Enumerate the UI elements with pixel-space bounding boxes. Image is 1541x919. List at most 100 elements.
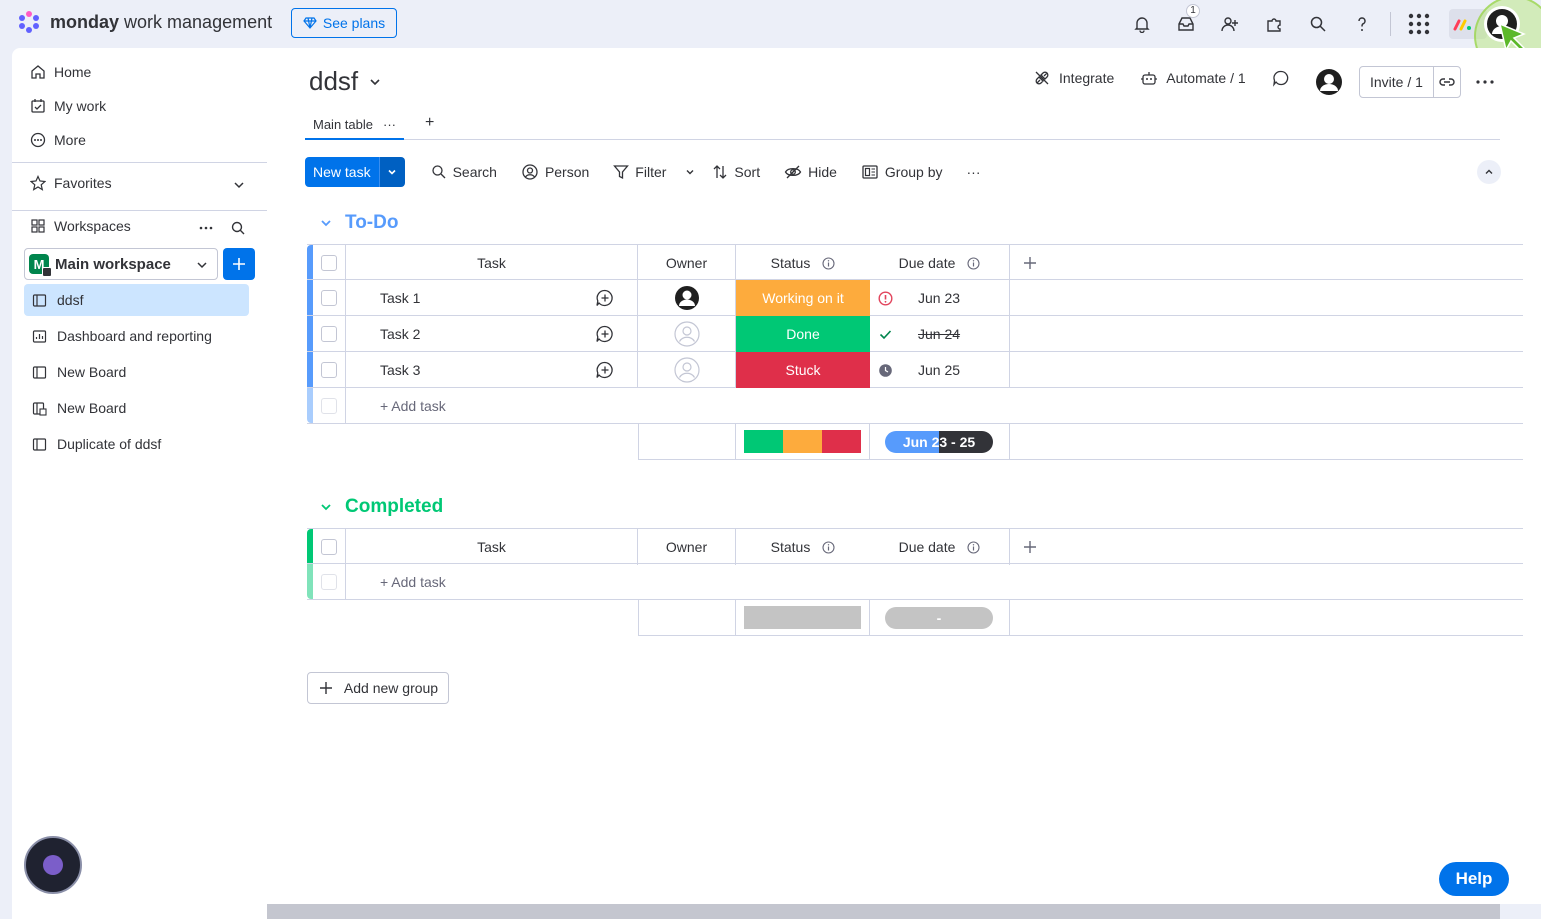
workspace-search-icon[interactable] [230, 220, 246, 236]
add-update-button[interactable] [572, 352, 638, 388]
due-date-cell[interactable]: Jun 24 [870, 316, 1010, 352]
hide-tool[interactable]: Hide [784, 163, 837, 181]
tab-main-table[interactable]: Main table ··· [305, 110, 404, 140]
task-name-cell[interactable]: Task 3 [346, 352, 572, 388]
add-new-group-button[interactable]: Add new group [307, 672, 449, 704]
sidebar-favorites[interactable]: Favorites [30, 175, 112, 191]
column-header-task[interactable]: Task [346, 529, 638, 565]
info-icon[interactable] [967, 540, 980, 554]
due-date-summary[interactable]: Jun 23 - 25 [870, 424, 1010, 460]
sidebar-board-new-board-2[interactable]: New Board [24, 392, 249, 424]
toolbar-more-button[interactable]: ··· [967, 164, 981, 180]
apps-grid-button[interactable] [1405, 10, 1433, 38]
board-title[interactable]: ddsf [309, 66, 382, 97]
info-icon[interactable] [822, 256, 835, 270]
group-name[interactable]: Completed [345, 496, 443, 518]
integrate-button[interactable]: Integrate [1033, 69, 1114, 87]
table-row[interactable]: Task 2 Done Jun 24 [307, 316, 1523, 352]
person-filter-tool[interactable]: Person [521, 163, 589, 181]
horizontal-scrollbar[interactable] [267, 904, 1500, 919]
tab-options-icon[interactable]: ··· [383, 117, 396, 132]
status-cell[interactable]: Stuck [736, 352, 870, 388]
workspace-selector[interactable]: M Main workspace [24, 248, 218, 280]
add-column-button[interactable] [1010, 529, 1050, 565]
sidebar-board-ddsf[interactable]: ddsf [24, 284, 249, 316]
due-date-summary[interactable]: - [870, 600, 1010, 636]
sidebar-item-home[interactable]: Home [30, 64, 91, 80]
marketplace-button[interactable] [1252, 10, 1296, 38]
sidebar-board-new-board[interactable]: New Board [24, 356, 249, 388]
due-date-cell[interactable]: Jun 25 [870, 352, 1010, 388]
new-task-dropdown[interactable] [378, 157, 405, 187]
sidebar-item-my-work[interactable]: My work [30, 98, 106, 114]
add-view-button[interactable]: + [425, 114, 434, 132]
column-header-status[interactable]: Status [736, 245, 870, 281]
copy-link-button[interactable] [1434, 73, 1460, 91]
add-task-input[interactable]: + Add task [346, 564, 1146, 600]
row-check-cell[interactable] [313, 280, 346, 316]
sidebar-item-more[interactable]: More [30, 132, 86, 148]
select-all-cell[interactable] [313, 529, 346, 565]
task-name-cell[interactable]: Task 1 [346, 280, 572, 316]
column-header-owner[interactable]: Owner [638, 529, 736, 565]
due-date-cell[interactable]: Jun 23 [870, 280, 1010, 316]
see-plans-button[interactable]: See plans [291, 8, 397, 38]
group-title-completed[interactable]: Completed [319, 496, 443, 518]
date-range-pill[interactable]: Jun 23 - 25 [885, 431, 993, 453]
column-header-task[interactable]: Task [346, 245, 638, 281]
add-task-row[interactable]: + Add task [307, 388, 1523, 424]
ellipsis-icon[interactable] [198, 220, 214, 236]
chevron-down-icon[interactable] [232, 178, 246, 192]
date-range-pill[interactable]: - [885, 607, 993, 629]
sort-tool[interactable]: Sort [712, 164, 760, 180]
collapse-header-button[interactable] [1477, 160, 1501, 184]
board-more-icon[interactable] [1475, 75, 1495, 89]
status-cell[interactable]: Working on it [736, 280, 870, 316]
owner-cell[interactable] [638, 316, 736, 352]
column-header-due-date[interactable]: Due date [870, 245, 1010, 281]
row-checkbox[interactable] [321, 362, 337, 378]
sidebar-board-dashboard[interactable]: Dashboard and reporting [24, 320, 249, 352]
filter-tool[interactable]: Filter [613, 164, 696, 180]
add-update-button[interactable] [572, 280, 638, 316]
add-task-input[interactable]: + Add task [346, 388, 1146, 424]
notifications-button[interactable] [1120, 10, 1164, 38]
add-column-button[interactable] [1010, 245, 1050, 281]
inbox-button[interactable]: 1 [1164, 4, 1208, 38]
status-distribution-bar[interactable] [744, 606, 861, 629]
chevron-down-icon[interactable] [319, 500, 333, 514]
ai-assistant-button[interactable] [24, 836, 82, 894]
automate-button[interactable]: Automate / 1 [1140, 69, 1246, 87]
task-name-cell[interactable]: Task 2 [346, 316, 572, 352]
chevron-down-icon[interactable] [684, 166, 696, 178]
column-header-due-date[interactable]: Due date [870, 529, 1010, 565]
table-row[interactable]: Task 1 Working on it Jun 23 [307, 280, 1523, 316]
updates-button[interactable] [1272, 69, 1290, 87]
add-workspace-item-button[interactable] [223, 248, 255, 280]
column-header-status[interactable]: Status [736, 529, 870, 565]
invite-button[interactable]: Invite / 1 [1359, 66, 1461, 98]
status-cell[interactable]: Done [736, 316, 870, 352]
help-question-button[interactable] [1340, 10, 1384, 38]
sidebar-board-duplicate[interactable]: Duplicate of ddsf [24, 428, 249, 460]
owner-cell[interactable] [638, 280, 736, 316]
select-all-cell[interactable] [313, 245, 346, 281]
invite-members-button[interactable] [1208, 10, 1252, 38]
group-name[interactable]: To-Do [345, 212, 398, 234]
group-by-tool[interactable]: Group by [861, 163, 943, 181]
group-title-todo[interactable]: To-Do [319, 212, 398, 234]
board-owner-avatar[interactable] [1315, 68, 1343, 96]
status-summary[interactable] [736, 424, 870, 460]
select-all-checkbox[interactable] [321, 539, 337, 555]
owner-cell[interactable] [638, 352, 736, 388]
help-button[interactable]: Help [1439, 862, 1509, 896]
row-check-cell[interactable] [313, 352, 346, 388]
search-tool[interactable]: Search [431, 164, 497, 180]
add-update-button[interactable] [572, 316, 638, 352]
status-summary[interactable] [736, 600, 870, 636]
row-checkbox[interactable] [321, 326, 337, 342]
chevron-down-icon[interactable] [319, 216, 333, 230]
row-checkbox[interactable] [321, 290, 337, 306]
select-all-checkbox[interactable] [321, 255, 337, 271]
add-task-row[interactable]: + Add task [307, 564, 1523, 600]
